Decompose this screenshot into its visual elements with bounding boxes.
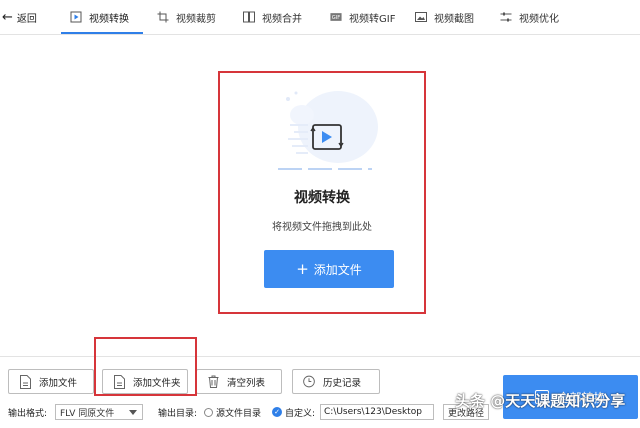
custom-dir-checkbox[interactable]: ✓ xyxy=(272,407,282,417)
clock-icon xyxy=(303,375,315,389)
tab-video-merge[interactable]: 视频合并 xyxy=(243,6,302,28)
plus-icon: + xyxy=(296,259,309,278)
play-frame-icon xyxy=(70,11,82,23)
file-drop-zone[interactable]: 视频转换 将视频文件拖拽到此处 + 添加文件 xyxy=(218,71,426,314)
file-icon xyxy=(19,374,31,389)
gif-icon: GIF xyxy=(330,11,342,23)
output-path-value: C:\Users\123\Desktop xyxy=(324,407,422,417)
back-arrow-icon: ← xyxy=(2,9,13,25)
tab-label: 视频截图 xyxy=(434,13,474,25)
convert-icon xyxy=(535,390,550,404)
convert-all-label: 全部转换 xyxy=(557,390,606,405)
trash-icon xyxy=(207,375,219,389)
merge-icon xyxy=(243,11,255,23)
change-path-button[interactable]: 更改路径 xyxy=(443,404,489,420)
convert-all-button[interactable]: 全部转换 xyxy=(503,375,638,419)
back-button[interactable]: ← 返回 xyxy=(2,9,37,25)
tab-video-optimize[interactable]: 视频优化 xyxy=(500,6,559,28)
output-path-field[interactable]: C:\Users\123\Desktop xyxy=(320,404,434,420)
tab-video-to-gif[interactable]: GIF 视频转GIF xyxy=(330,6,395,28)
custom-label: 自定义: xyxy=(285,408,316,419)
history-button[interactable]: 历史记录 xyxy=(292,369,380,394)
screenshot-icon xyxy=(415,11,427,23)
tab-label: 视频转GIF xyxy=(349,13,396,25)
convert-play-icon xyxy=(278,91,378,170)
sliders-icon xyxy=(500,11,512,23)
tab-video-crop[interactable]: 视频裁剪 xyxy=(157,6,216,28)
output-format-value: FLV 同原文件 xyxy=(60,408,115,419)
clear-list-label: 清空列表 xyxy=(227,377,266,389)
top-toolbar: ← 返回 视频转换 视频裁剪 视频合并 GIF 视频转GIF 视频截图 视频优化 xyxy=(0,0,640,35)
change-path-label: 更改路径 xyxy=(447,408,484,419)
drop-zone-title: 视频转换 xyxy=(294,190,350,206)
tab-label: 视频合并 xyxy=(262,13,302,25)
drop-zone-hint: 将视频文件拖拽到此处 xyxy=(272,222,372,233)
clear-list-button[interactable]: 清空列表 xyxy=(196,369,282,394)
check-icon: ✓ xyxy=(274,408,280,416)
tab-video-convert[interactable]: 视频转换 xyxy=(70,6,129,28)
back-label: 返回 xyxy=(16,13,37,25)
output-format-select[interactable]: FLV 同原文件 xyxy=(55,404,143,420)
tab-label: 视频裁剪 xyxy=(176,13,216,25)
tab-video-screenshot[interactable]: 视频截图 xyxy=(415,6,474,28)
add-file-small-label: 添加文件 xyxy=(39,377,78,389)
folder-file-icon xyxy=(113,374,125,389)
add-file-small-button[interactable]: 添加文件 xyxy=(8,369,94,394)
output-dir-label: 输出目录: xyxy=(158,408,198,419)
add-file-label: 添加文件 xyxy=(313,262,362,277)
active-tab-indicator xyxy=(61,32,143,34)
tab-label: 视频优化 xyxy=(519,13,559,25)
add-file-button[interactable]: + 添加文件 xyxy=(264,250,394,288)
tab-label: 视频转换 xyxy=(89,13,129,25)
add-folder-label: 添加文件夹 xyxy=(133,377,181,389)
chevron-down-icon xyxy=(129,410,137,415)
svg-text:GIF: GIF xyxy=(332,15,340,21)
history-label: 历史记录 xyxy=(323,377,362,389)
source-dir-radio[interactable] xyxy=(204,408,213,417)
source-dir-label: 源文件目录 xyxy=(216,408,262,419)
add-folder-button[interactable]: 添加文件夹 xyxy=(102,369,188,394)
output-format-label: 输出格式: xyxy=(8,408,48,419)
crop-icon xyxy=(157,11,169,23)
